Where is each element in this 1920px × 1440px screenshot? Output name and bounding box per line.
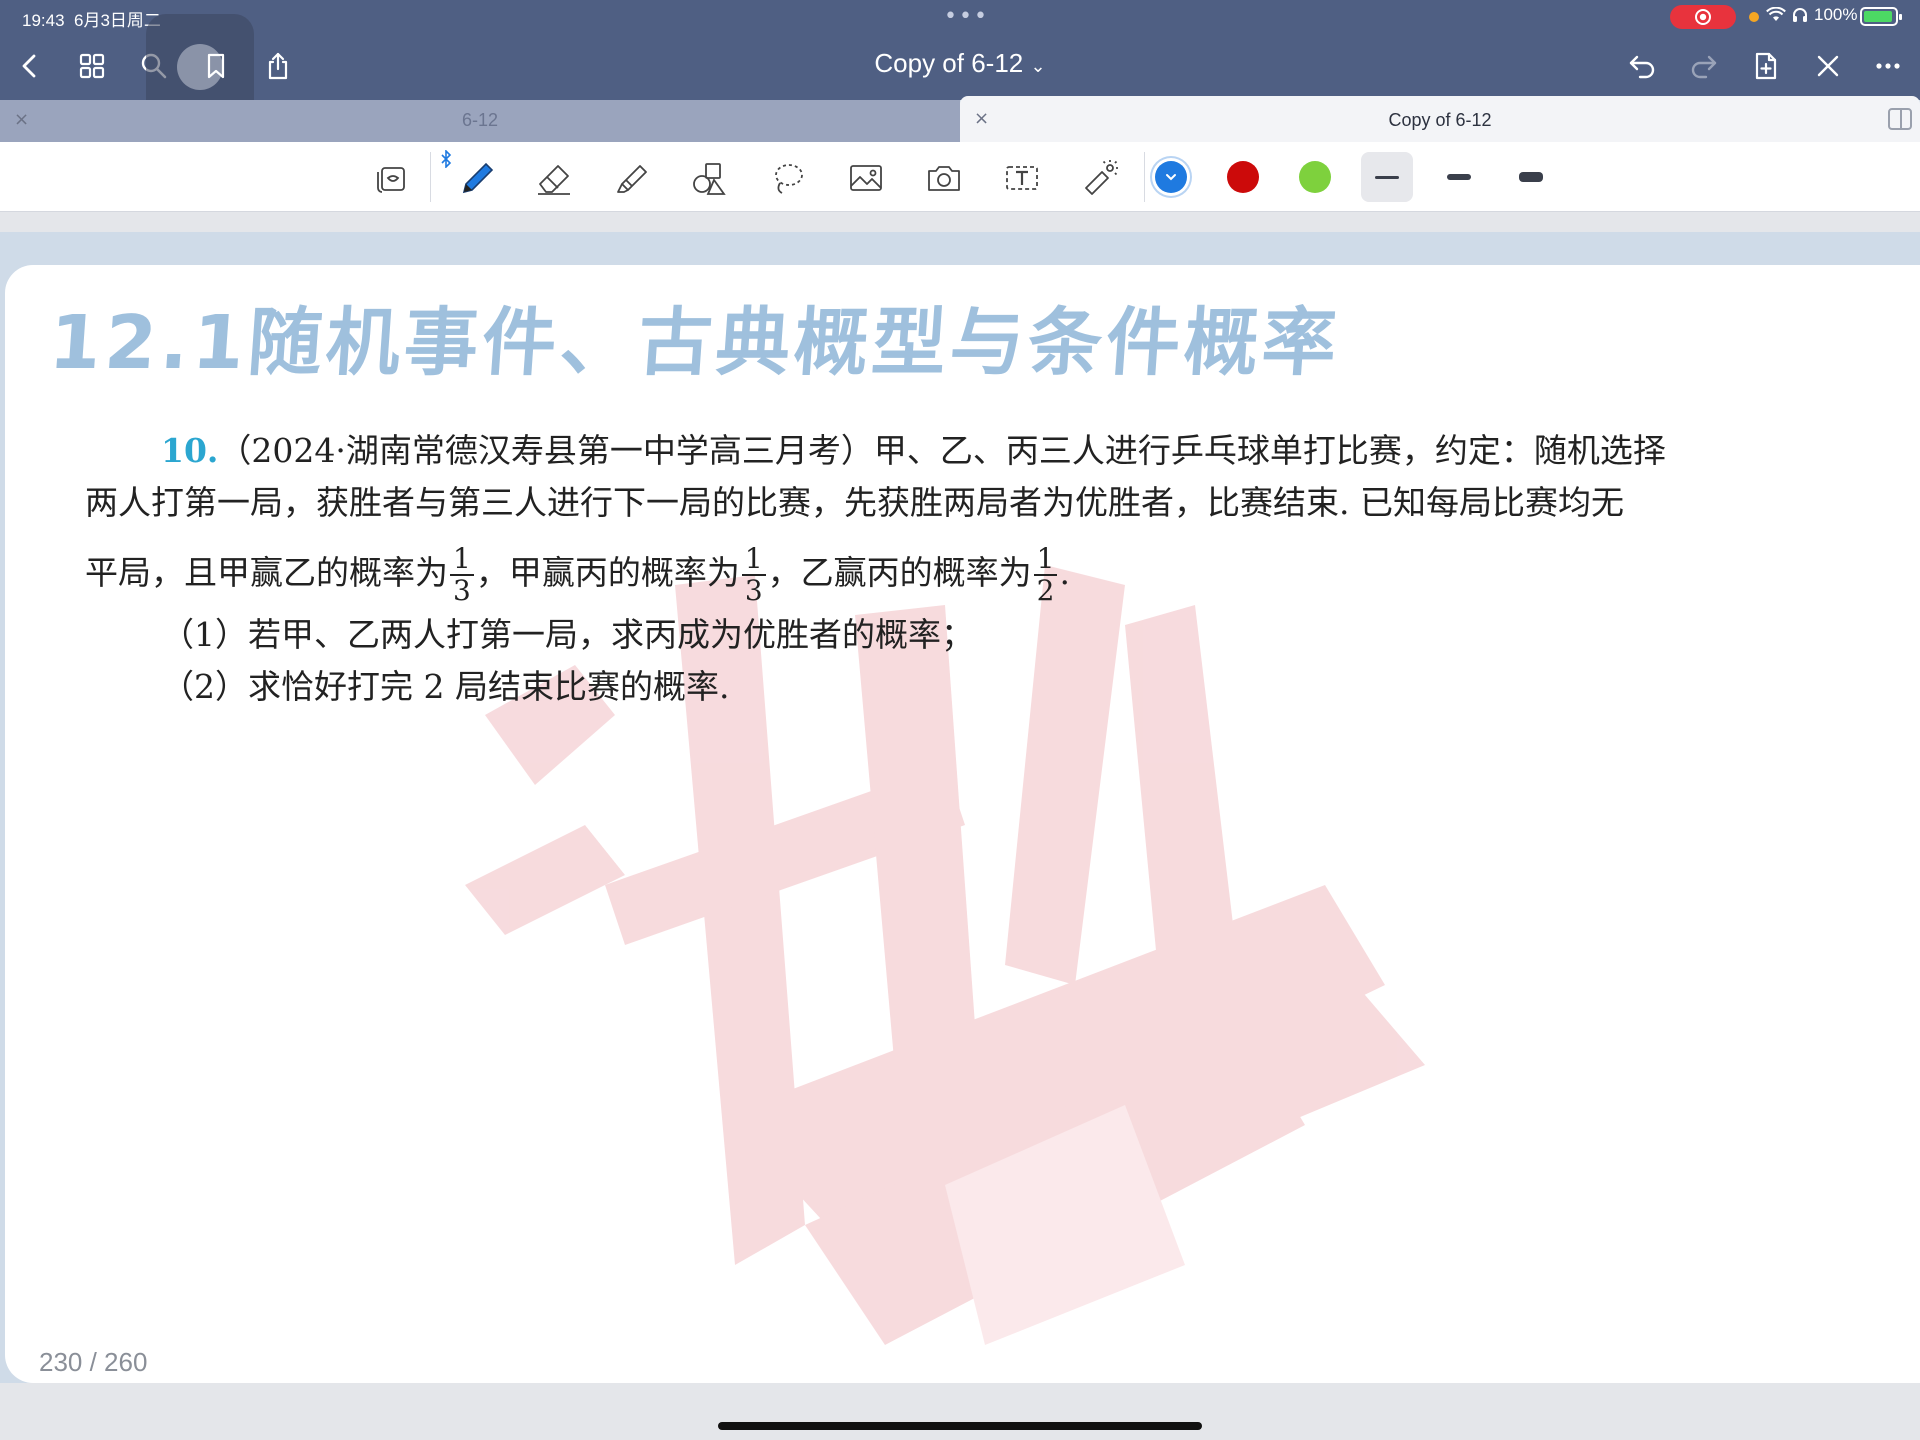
more-icon [1876,63,1900,69]
tab-close-icon[interactable]: × [974,108,989,129]
stroke-medium-option[interactable] [1433,152,1485,202]
question-text: 甲、乙、丙三人进行乒乓球单打比赛，约定：随机选择 [873,431,1666,470]
question-text: . [1059,553,1070,592]
sub-question-2: （2）求恰好打完 2 局结束比赛的概率. [161,667,730,706]
page-separator [0,212,1920,232]
add-page-button[interactable] [1744,44,1788,88]
tab-copy-of-6-12[interactable]: × Copy of 6-12 [960,96,1920,142]
annotation-toolbar [0,142,1920,212]
question-source: （2024·湖南常德汉寿县第一中学高三月考） [218,431,874,470]
bookmark-icon [207,53,225,79]
page-counter: 230 / 260 [39,1347,148,1377]
chevron-down-icon [1166,174,1176,181]
stroke-thin-option[interactable] [1361,152,1413,202]
tool-laser-pointer[interactable] [1076,154,1124,202]
color-swatch-blue[interactable] [1155,161,1187,193]
redo-button[interactable] [1682,44,1726,88]
tab-label: Copy of 6-12 [1388,110,1492,130]
camera-icon [928,166,960,191]
toolbar-separator [1144,152,1145,202]
tab-label: 6-12 [461,110,499,130]
status-time: 19:43 6月3日周二 [22,11,161,30]
grid-icon [79,53,105,79]
thumbnails-button[interactable] [70,44,114,88]
chevron-down-icon: ⌄ [1030,56,1046,76]
question-line-2: 两人打第一局，获胜者与第三人进行下一局的比赛，先获胜两局者为优胜者，比赛结束. … [85,483,1624,522]
stroke-thick-option[interactable] [1505,152,1557,202]
color-swatch-red[interactable] [1227,161,1259,193]
lasso-icon [775,164,803,194]
read-mode-icon [377,167,405,193]
document-title-button[interactable]: Copy of 6-12 ⌄ [760,48,1160,79]
tool-pen[interactable] [452,154,500,202]
fraction: 12 [1033,544,1058,606]
question-number: 10. [161,431,219,470]
tool-shapes[interactable] [686,154,734,202]
highlighter-icon [617,165,647,193]
tool-eraser[interactable] [530,154,578,202]
text-box-icon [1006,166,1038,190]
stroke-medium-icon [1447,174,1471,180]
multitask-dots[interactable]: ••• [944,4,989,29]
question-text: ，乙赢丙的概率为 [767,553,1032,592]
add-page-icon [1755,52,1777,80]
battery-icon [1860,7,1902,26]
chapter-title: 12.1随机事件、古典概型与条件概率 [46,300,1344,386]
more-button[interactable] [1866,44,1910,88]
fraction: 13 [741,544,766,606]
laser-pointer-icon [1085,160,1118,195]
wifi-icon [1766,7,1786,21]
question-line-3: 平局，且甲赢乙的概率为 1 3 ，甲赢丙的概率为 1 3 ，乙赢丙的概率为 1 2. [85,537,1705,609]
image-icon [850,165,882,191]
split-view-icon[interactable] [1888,108,1912,130]
page-bottom-gap [0,1383,1920,1440]
tool-lasso-select[interactable] [370,154,418,202]
tool-text[interactable] [998,154,1046,202]
fraction: 13 [450,544,474,606]
headphones-icon [1793,8,1807,22]
sub-question-1: （1）若甲、乙两人打第一局，求丙成为优胜者的概率； [161,615,974,654]
tab-bar: × 6-12 × Copy of 6-12 [0,96,1920,142]
shapes-icon [693,163,726,195]
home-indicator[interactable] [718,1422,1202,1430]
question-text: ，甲赢丙的概率为 [475,553,740,592]
stroke-thin-icon [1375,175,1399,179]
tab-6-12[interactable]: × 6-12 [0,100,960,142]
document-page[interactable]: 12.1随机事件、古典概型与条件概率 10.（2024·湖南常德汉寿县第一中学高… [5,265,1920,1383]
tab-close-icon[interactable]: × [14,109,29,130]
share-button[interactable] [256,44,300,88]
eraser-icon [538,165,570,195]
pen-icon [462,162,494,194]
tool-highlighter[interactable] [608,154,656,202]
bookmark-button[interactable] [194,44,238,88]
pencil-off-icon [1817,55,1839,77]
toolbar-separator [430,152,431,202]
back-button[interactable] [8,44,52,88]
undo-icon [1629,55,1655,79]
question-line-1: 10.（2024·湖南常德汉寿县第一中学高三月考）甲、乙、丙三人进行乒乓球单打比… [85,425,1705,477]
status-icons: 100% [1766,5,1857,25]
screen-recording-icon[interactable] [1670,5,1736,29]
top-navigation-bar: 19:43 6月3日周二 ••• 100% Copy of 6-12 ⌄ [0,0,1920,120]
stroke-thick-icon [1519,172,1543,182]
document-title: Copy of 6-12 [874,48,1024,78]
undo-button[interactable] [1620,44,1664,88]
battery-percent: 100% [1814,5,1858,24]
close-edit-button[interactable] [1806,44,1850,88]
problem-10: 10.（2024·湖南常德汉寿县第一中学高三月考）甲、乙、丙三人进行乒乓球单打比… [85,425,1705,713]
tool-lasso[interactable] [764,154,812,202]
tool-camera[interactable] [920,154,968,202]
tool-image[interactable] [842,154,890,202]
bluetooth-icon [441,150,452,168]
question-text: 平局，且甲赢乙的概率为 [85,553,448,592]
chevron-left-icon [22,54,36,78]
color-swatch-green[interactable] [1299,161,1331,193]
redo-icon [1691,55,1717,79]
mic-indicator-icon [1749,12,1759,22]
share-icon [268,52,288,80]
